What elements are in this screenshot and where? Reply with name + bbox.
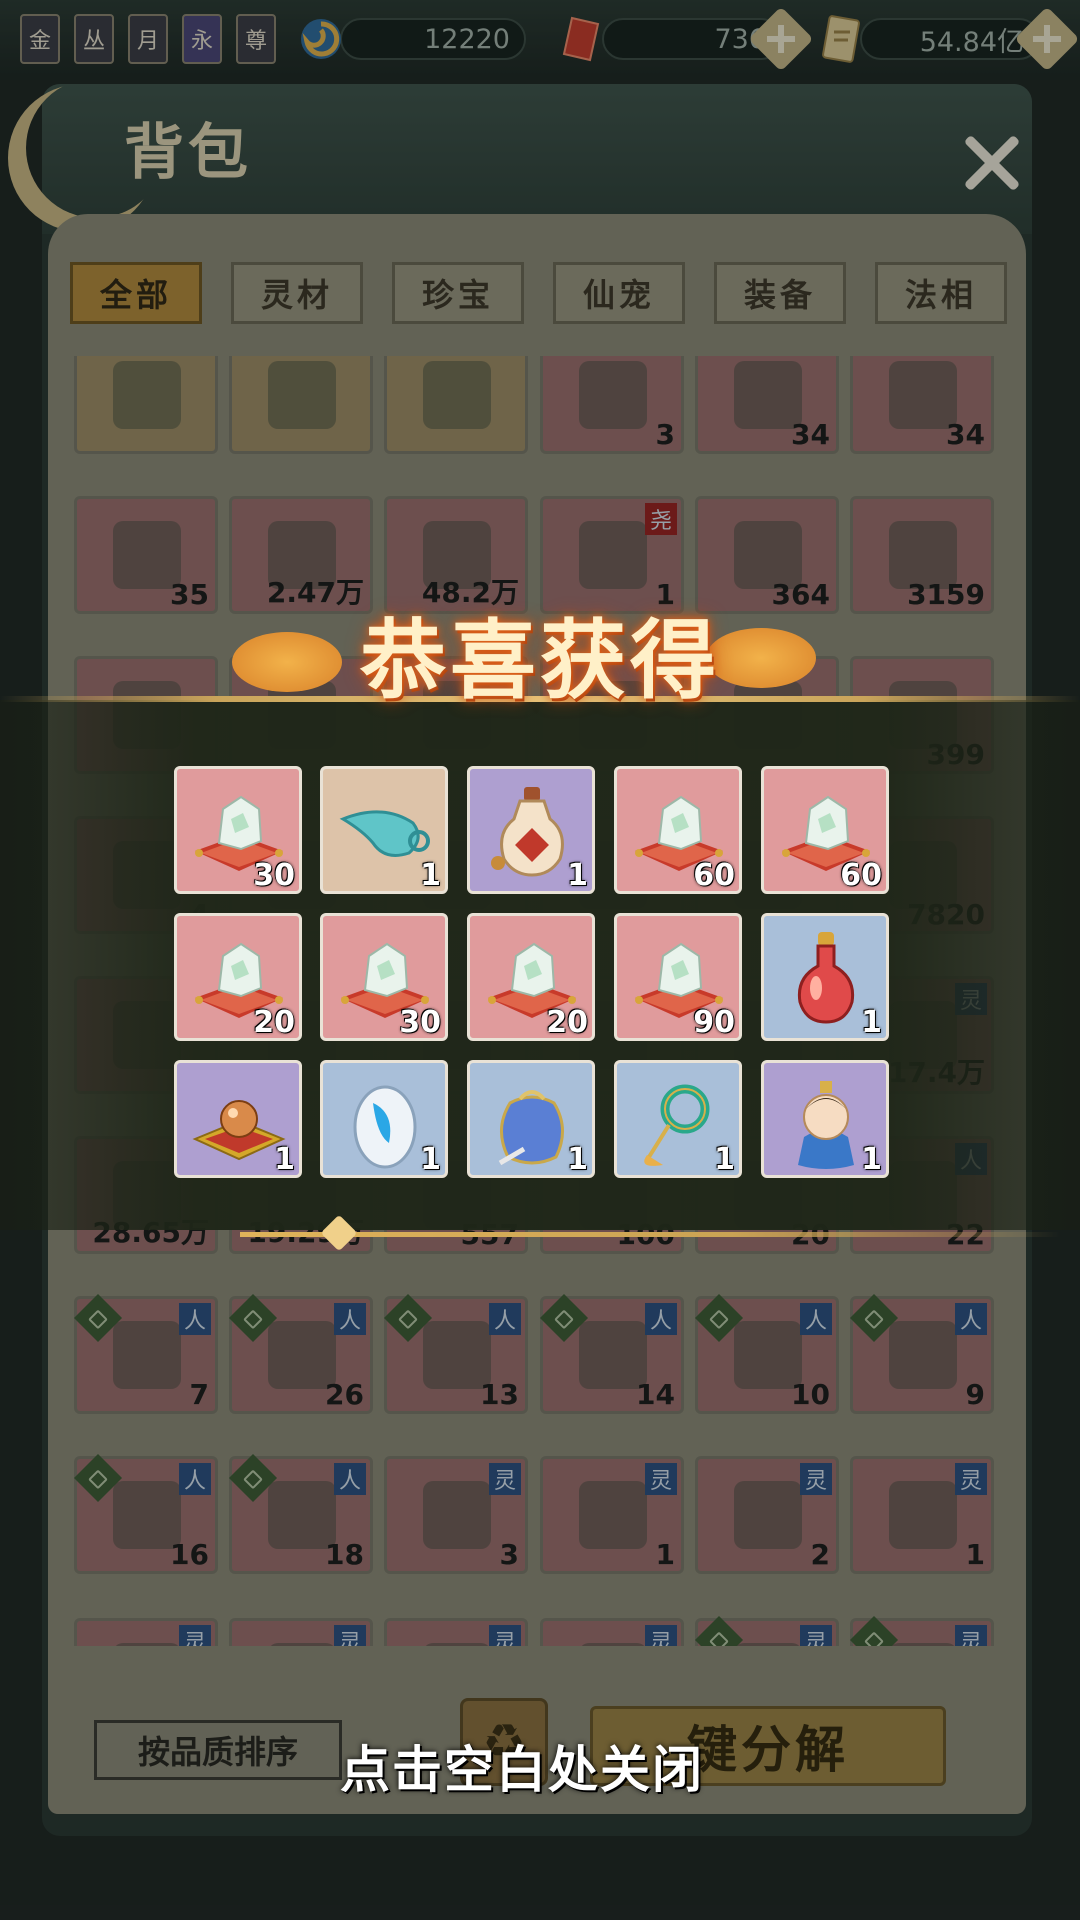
reward-item[interactable]: 20 [174,913,302,1041]
reward-item[interactable]: 1 [320,766,448,894]
reward-item[interactable]: 30 [320,913,448,1041]
reward-item-count: 1 [274,1142,295,1177]
reward-item[interactable]: 1 [320,1060,448,1178]
reward-item-count: 20 [253,1005,295,1040]
tap-to-close-hint: 点击空白处关闭 [340,1741,704,1799]
reward-item[interactable]: 1 [467,766,595,894]
reward-item-count: 30 [253,858,295,893]
reward-item-count: 1 [861,1142,882,1177]
reward-item-count: 1 [714,1142,735,1177]
reward-item[interactable]: 1 [761,1060,889,1178]
reward-item[interactable]: 20 [467,913,595,1041]
reward-item[interactable]: 1 [467,1060,595,1178]
reward-item[interactable]: 1 [761,913,889,1041]
reward-item[interactable]: 1 [614,1060,742,1178]
reward-item-count: 60 [840,858,882,893]
banner-bottom-line [240,1232,1060,1237]
reward-item-count: 90 [693,1005,735,1040]
reward-item[interactable]: 1 [174,1060,302,1178]
reward-item-count: 1 [420,858,441,893]
reward-item-count: 1 [567,1142,588,1177]
reward-item-count: 20 [546,1005,588,1040]
reward-item[interactable]: 60 [614,766,742,894]
reward-item-count: 60 [693,858,735,893]
reward-item-count: 1 [861,1005,882,1040]
congrats-title: 恭喜获得 [360,610,720,711]
reward-item-count: 1 [567,858,588,893]
reward-item-count: 1 [420,1142,441,1177]
reward-item-count: 30 [399,1005,441,1040]
reward-item[interactable]: 30 [174,766,302,894]
reward-item[interactable]: 90 [614,913,742,1041]
reward-item[interactable]: 60 [761,766,889,894]
